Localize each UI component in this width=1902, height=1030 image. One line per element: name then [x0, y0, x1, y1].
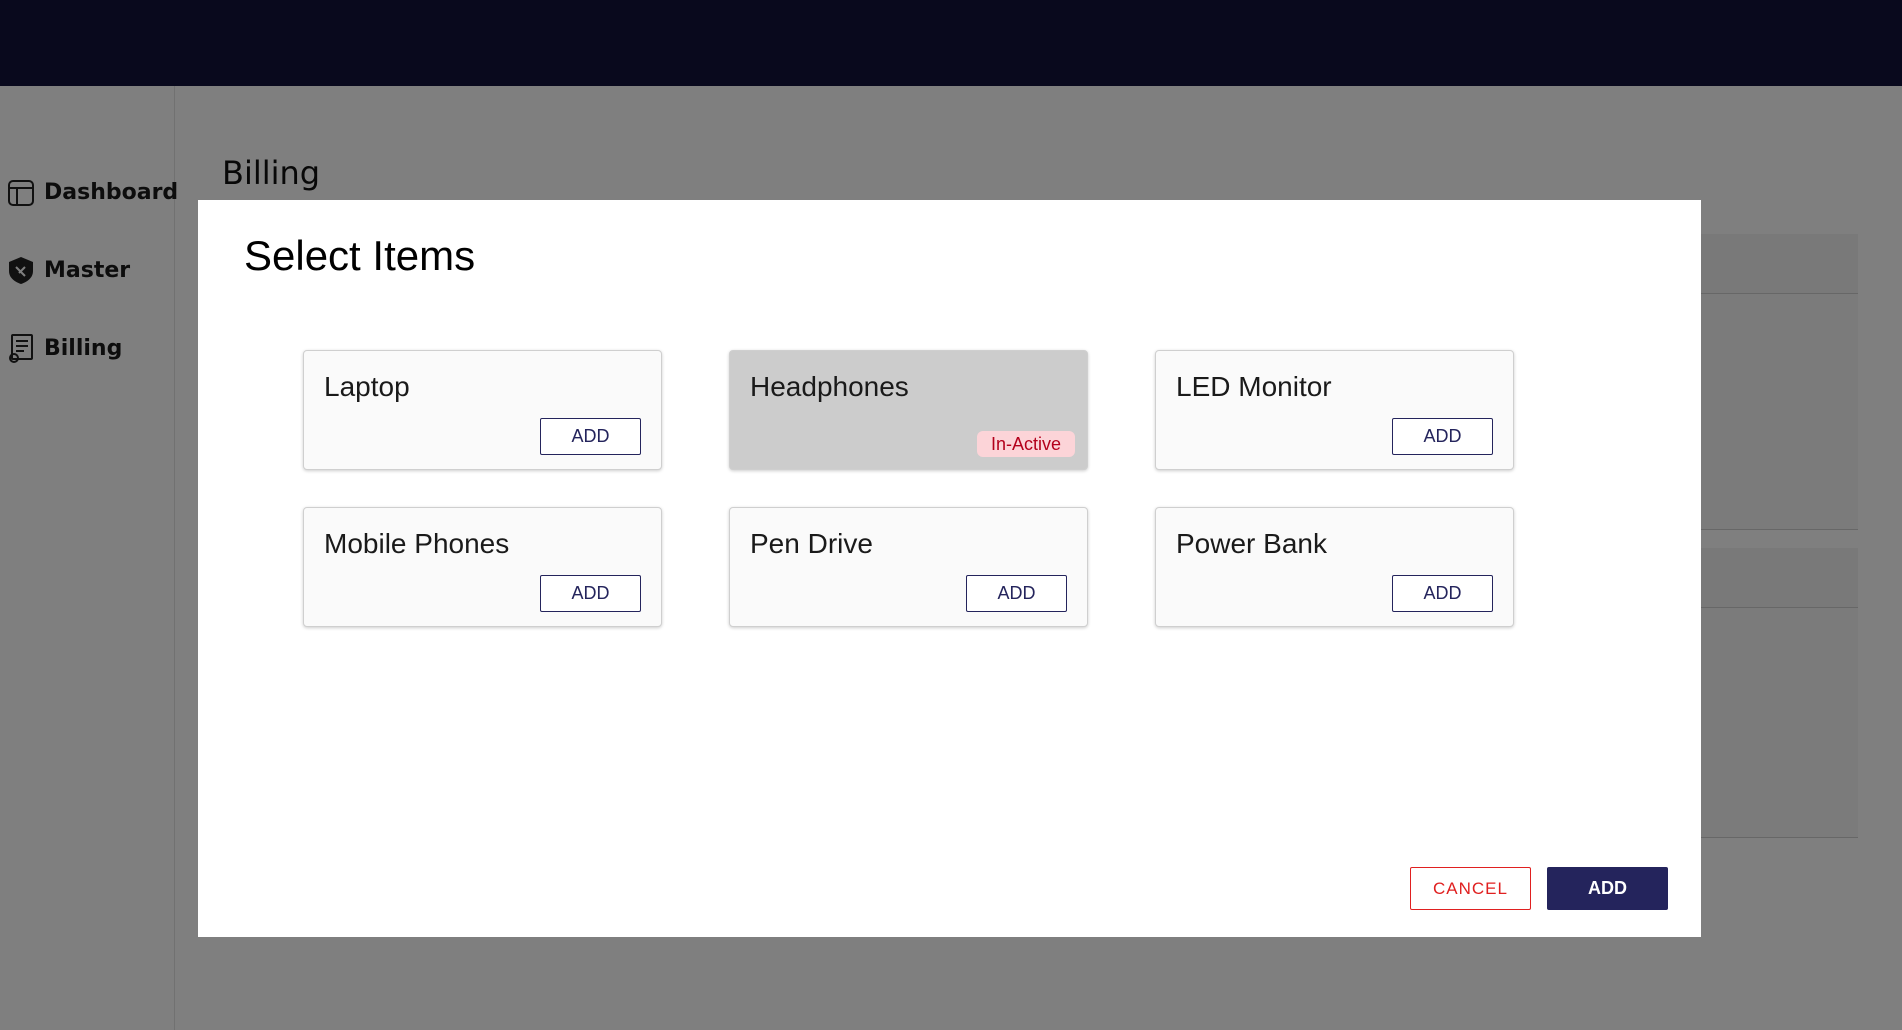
add-laptop-button[interactable]: ADD [540, 418, 641, 455]
add-led-monitor-button[interactable]: ADD [1392, 418, 1493, 455]
add-mobile-phones-button[interactable]: ADD [540, 575, 641, 612]
dialog-title: Select Items [244, 232, 476, 279]
item-name: Pen Drive [750, 528, 873, 559]
item-name: Power Bank [1176, 528, 1327, 559]
item-card-led-monitor: LED Monitor ADD [1155, 350, 1514, 470]
item-card-power-bank: Power Bank ADD [1155, 507, 1514, 627]
item-name: Headphones [750, 371, 909, 402]
item-card-laptop: Laptop ADD [303, 350, 662, 470]
item-name: Laptop [324, 371, 410, 402]
item-name: Mobile Phones [324, 528, 510, 559]
item-card-mobile-phones: Mobile Phones ADD [303, 507, 662, 627]
status-badge: In-Active [976, 431, 1075, 457]
add-power-bank-button[interactable]: ADD [1392, 575, 1493, 612]
add-pen-drive-button[interactable]: ADD [966, 575, 1067, 612]
item-name: LED Monitor [1176, 371, 1332, 402]
add-button[interactable]: ADD [1547, 867, 1668, 910]
select-items-dialog: Select Items Laptop ADD Headphones In-Ac… [198, 200, 1701, 937]
item-card-pen-drive: Pen Drive ADD [729, 507, 1088, 627]
item-card-headphones: Headphones In-Active [729, 350, 1088, 470]
cancel-button[interactable]: CANCEL [1410, 867, 1531, 910]
